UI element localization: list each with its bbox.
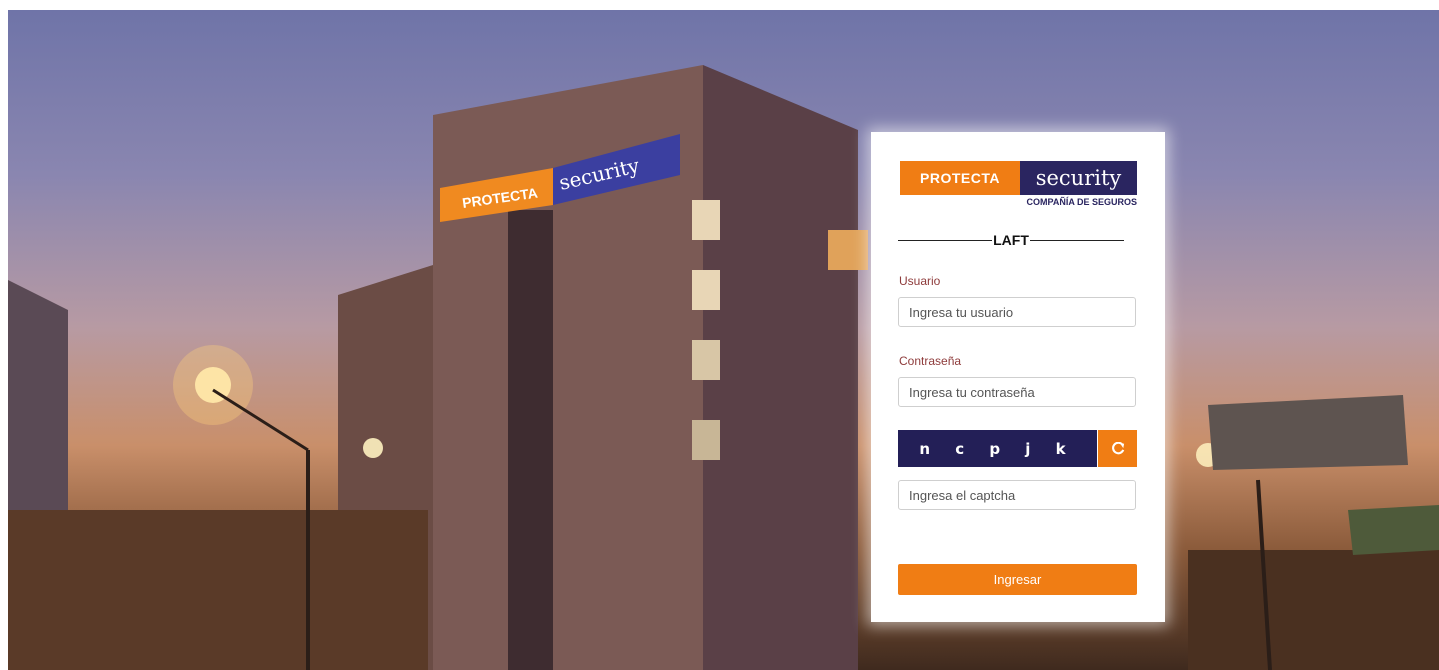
divider-left [898, 239, 993, 241]
logo-security: security [1020, 161, 1137, 195]
logo-protecta: PROTECTA [900, 161, 1020, 195]
password-input[interactable] [898, 377, 1136, 407]
section-heading: LAFT [898, 232, 1125, 248]
captcha-input[interactable] [898, 480, 1136, 510]
login-card: PROTECTA security COMPAÑÍA DE SEGUROS LA… [871, 132, 1165, 622]
logo-subtitle: COMPAÑÍA DE SEGUROS [1026, 197, 1137, 207]
refresh-icon [1111, 441, 1124, 454]
login-button[interactable]: Ingresar [898, 564, 1137, 595]
background-photo: PROTECTA security [8, 10, 1439, 670]
username-input[interactable] [898, 297, 1136, 327]
section-title: LAFT [993, 232, 1029, 248]
divider-right [1029, 239, 1125, 241]
building-illustration: PROTECTA security [8, 65, 1439, 670]
login-page: PROTECTA security PROTECTA security COMP… [0, 0, 1439, 670]
refresh-captcha-button[interactable] [1098, 430, 1137, 467]
company-logo: PROTECTA security [900, 161, 1137, 195]
password-label: Contraseña [899, 354, 962, 368]
captcha-image: n c p j k [898, 430, 1097, 467]
username-label: Usuario [899, 274, 941, 288]
